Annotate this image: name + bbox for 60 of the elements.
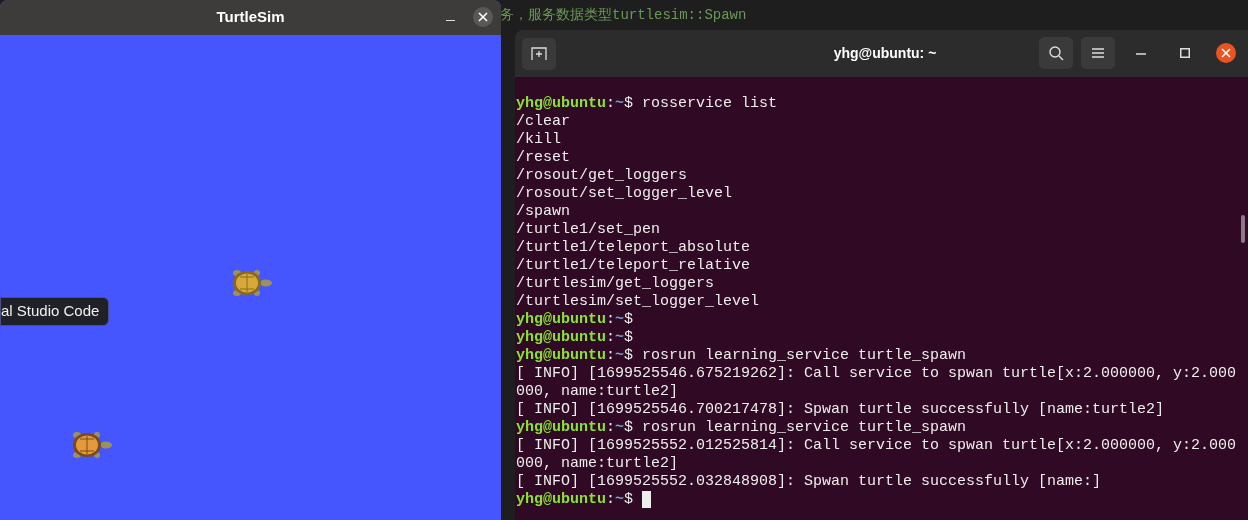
window-title: yhg@ubuntu: ~ bbox=[832, 44, 938, 63]
prompt-symbol: $ bbox=[624, 329, 634, 347]
prompt-symbol: $ bbox=[624, 95, 634, 113]
output-line: /turtlesim/set_logger_level bbox=[516, 293, 760, 311]
command-text: rosrun learning_service turtle_spawn bbox=[641, 419, 967, 437]
output-line: /spawn bbox=[516, 203, 570, 221]
menu-icon bbox=[1092, 48, 1104, 58]
prompt-path: ~ bbox=[615, 95, 625, 113]
close-icon bbox=[478, 12, 488, 22]
prompt-path: ~ bbox=[615, 329, 625, 347]
output-line: /kill bbox=[516, 131, 561, 149]
prompt-user: yhg@ubuntu bbox=[516, 419, 606, 437]
output-line: 000, name:turtle2] bbox=[516, 383, 679, 401]
new-tab-button[interactable] bbox=[522, 37, 556, 70]
tooltip: al Studio Code bbox=[0, 297, 110, 326]
output-line: 000, name:turtle2] bbox=[516, 455, 679, 473]
prompt-user: yhg@ubuntu bbox=[516, 491, 606, 509]
window-title: TurtleSim bbox=[216, 7, 285, 28]
prompt-path: ~ bbox=[615, 311, 625, 329]
close-icon bbox=[1221, 48, 1231, 58]
prompt-separator: : bbox=[606, 491, 616, 509]
search-icon bbox=[1048, 45, 1064, 61]
output-line: [ INFO] [1699525552.032848908]: Spwan turtle successfully [name:] bbox=[516, 473, 1102, 491]
output-line: [ INFO] [1699525552.012525814]: Call service to spwan turtle[x:2.000000, y:2.000 bbox=[516, 437, 1237, 455]
close-button[interactable] bbox=[1216, 43, 1236, 63]
new-tab-icon bbox=[531, 46, 547, 61]
prompt-symbol: $ bbox=[624, 311, 634, 329]
output-line: /clear bbox=[516, 113, 570, 131]
prompt-user: yhg@ubuntu bbox=[516, 347, 606, 365]
command-text: rosservice list bbox=[641, 95, 778, 113]
output-line: /turtlesim/get_loggers bbox=[516, 275, 715, 293]
output-line: /turtle1/teleport_absolute bbox=[516, 239, 751, 257]
prompt-symbol: $ bbox=[624, 347, 634, 365]
prompt-path: ~ bbox=[615, 419, 625, 437]
output-line: [ INFO] [1699525546.675219262]: Call service to spwan turtle[x:2.000000, y:2.000 bbox=[516, 365, 1237, 383]
output-line: /turtle1/teleport_relative bbox=[516, 257, 751, 275]
code-line: 务，服务数据类型turtlesim::Spawn bbox=[500, 6, 747, 25]
prompt-path: ~ bbox=[615, 491, 625, 509]
prompt-user: yhg@ubuntu bbox=[516, 311, 606, 329]
output-line: [ INFO] [1699525546.700217478]: Spwan turtle successfully [name:turtle2] bbox=[516, 401, 1165, 419]
prompt-user: yhg@ubuntu bbox=[516, 95, 606, 113]
output-line: /reset bbox=[516, 149, 570, 167]
prompt-separator: : bbox=[606, 95, 616, 113]
prompt-separator: : bbox=[606, 311, 616, 329]
prompt-separator: : bbox=[606, 347, 616, 365]
prompt-separator: : bbox=[606, 329, 616, 347]
prompt-user: yhg@ubuntu bbox=[516, 329, 606, 347]
prompt-symbol: $ bbox=[624, 491, 634, 509]
prompt-symbol: $ bbox=[624, 419, 634, 437]
output-line: /rosout/set_logger_level bbox=[516, 185, 733, 203]
menu-button[interactable] bbox=[1081, 37, 1115, 69]
prompt-path: ~ bbox=[615, 347, 625, 365]
prompt-separator: : bbox=[606, 419, 616, 437]
search-button[interactable] bbox=[1039, 37, 1073, 69]
command-text: rosrun learning_service turtle_spawn bbox=[641, 347, 967, 365]
output-line: /turtle1/set_pen bbox=[516, 221, 661, 239]
close-button[interactable] bbox=[473, 7, 493, 27]
maximize-icon[interactable] bbox=[1180, 48, 1190, 58]
scrollbar-thumb[interactable] bbox=[1241, 215, 1245, 243]
output-line: /rosout/get_loggers bbox=[516, 167, 688, 185]
